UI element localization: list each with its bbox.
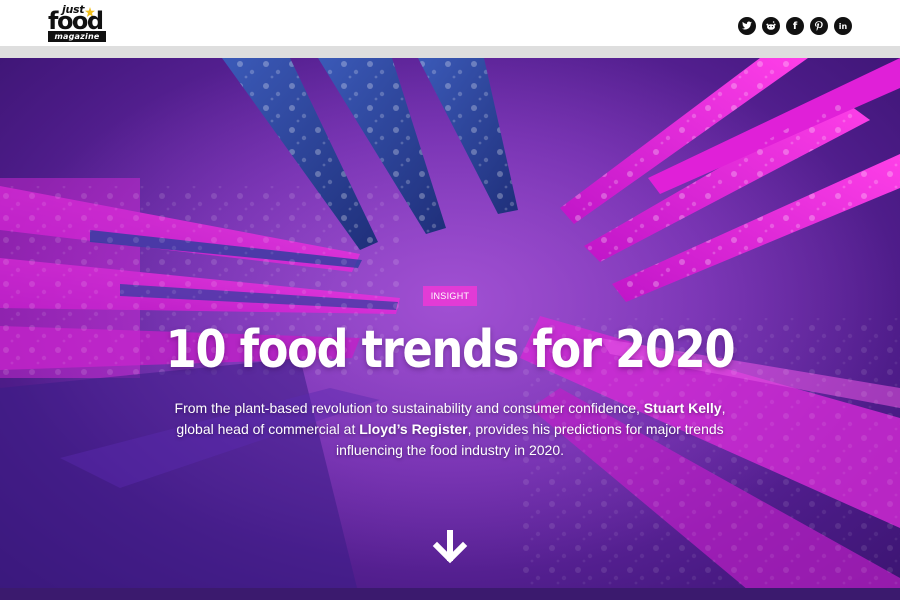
desc-text-1: From the plant-based revolution to susta… [174,400,644,416]
twitter-icon[interactable] [738,17,756,35]
facebook-icon[interactable]: f [786,17,804,35]
just-food-logo[interactable]: just food magazine [46,3,110,42]
social-links: f in [738,17,852,35]
hero-bottom-band [0,588,900,600]
reddit-icon[interactable] [762,17,780,35]
article-title: 10 food trends for 2020 [165,320,736,380]
site-header: just food magazine f in [0,0,900,46]
arrow-down-icon[interactable] [432,530,468,564]
author-name: Stuart Kelly [643,400,722,416]
pinterest-icon[interactable] [810,17,828,35]
logo-magazine-text: magazine [48,31,106,42]
logo-food-text: food [48,7,104,35]
header-divider [0,46,900,58]
article-description: From the plant-based revolution to susta… [160,398,740,461]
hero-banner: INSIGHT 10 food trends for 2020 From the… [0,58,900,600]
category-tag[interactable]: INSIGHT [423,286,477,306]
linkedin-icon[interactable]: in [834,17,852,35]
company-name: Lloyd’s Register [359,421,468,437]
